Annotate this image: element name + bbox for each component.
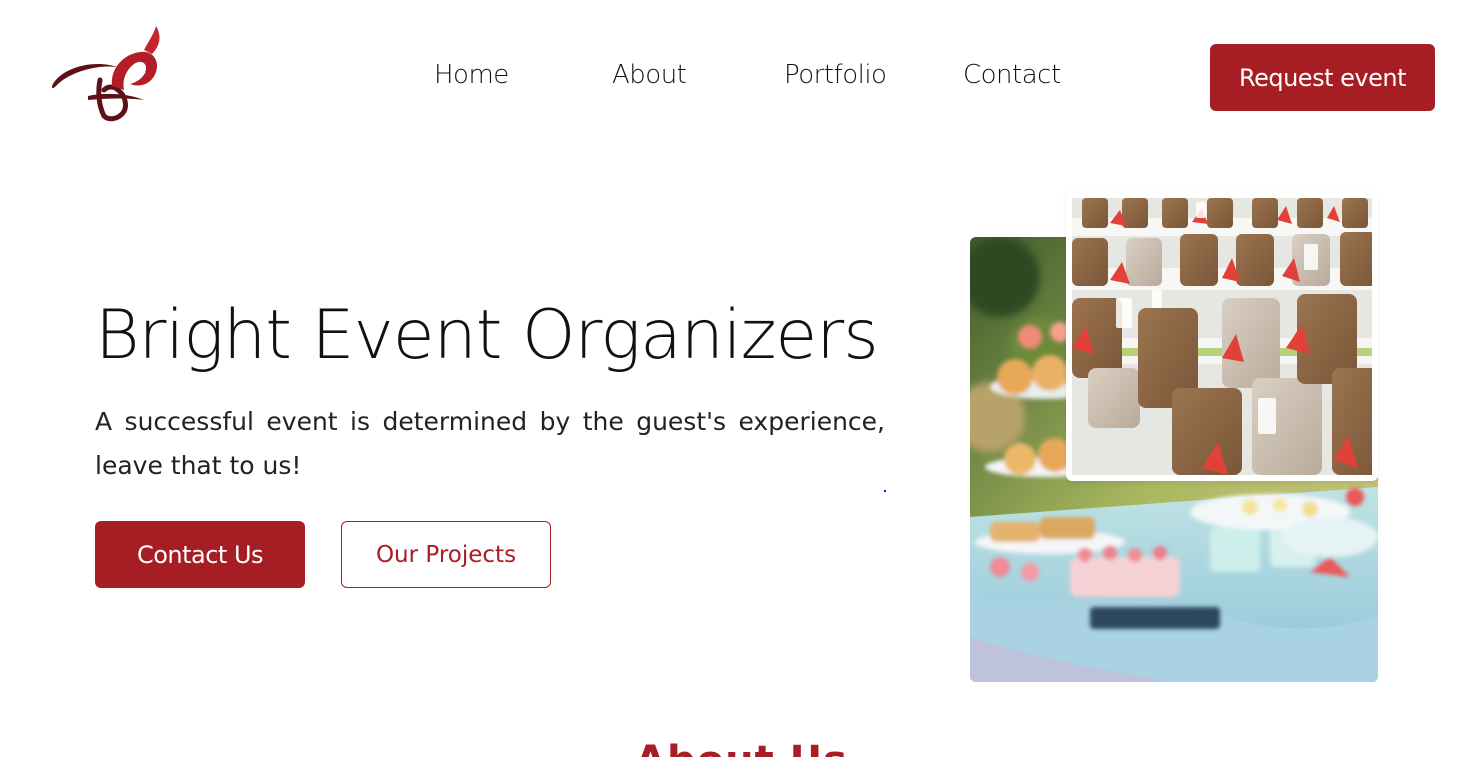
banquet-chairs-photo — [1066, 192, 1378, 481]
contact-us-button[interactable]: Contact Us — [95, 521, 305, 588]
nav-about-link[interactable]: About — [612, 60, 687, 90]
our-projects-button[interactable]: Our Projects — [341, 521, 551, 588]
nav-home-link[interactable]: Home — [434, 60, 509, 90]
nav-portfolio-link[interactable]: Portfolio — [784, 60, 887, 90]
hero-subtitle: A successful event is determined by the … — [95, 407, 885, 480]
nav-contact-link[interactable]: Contact — [963, 60, 1061, 90]
about-us-heading: About Us — [0, 738, 1483, 757]
request-event-button[interactable]: Request event — [1210, 44, 1435, 111]
stray-dot — [884, 490, 886, 492]
hero-title: Bright Event Organizers — [95, 296, 879, 375]
brand-logo[interactable] — [48, 24, 166, 124]
